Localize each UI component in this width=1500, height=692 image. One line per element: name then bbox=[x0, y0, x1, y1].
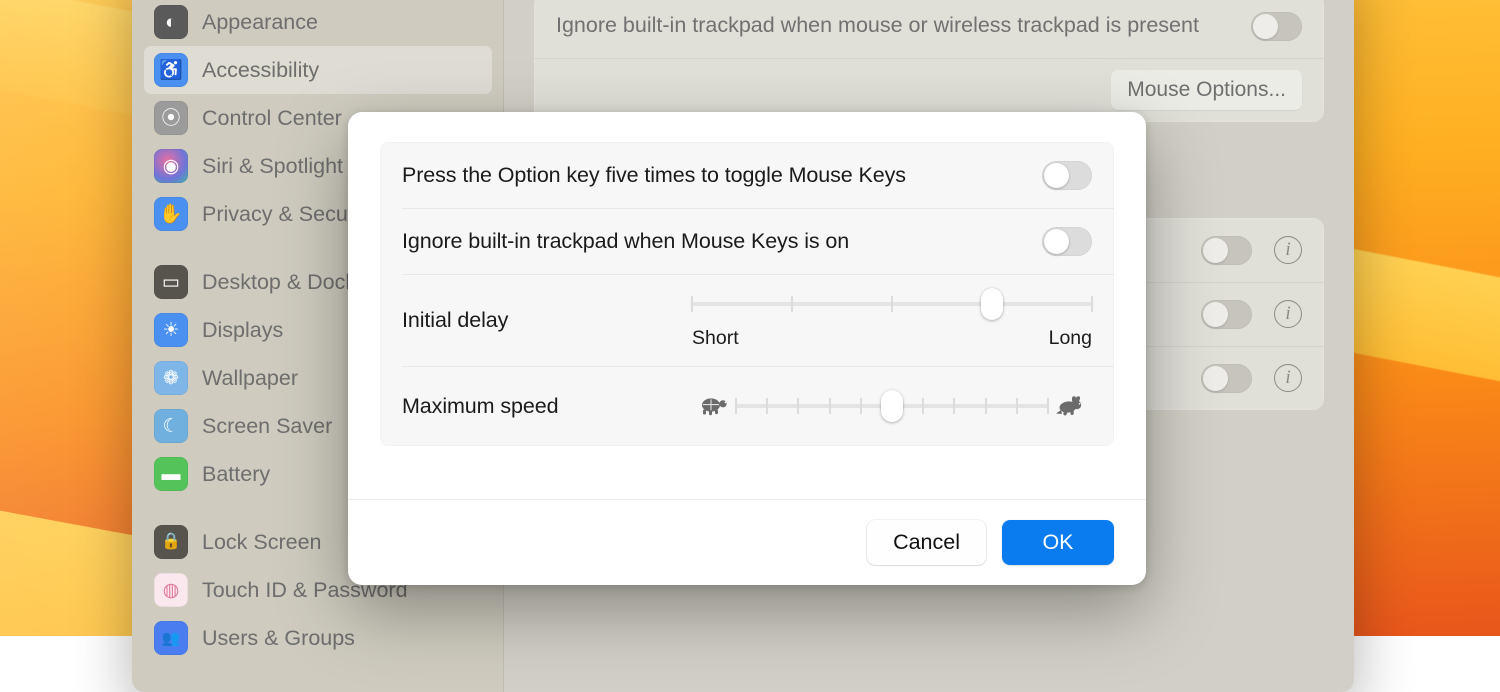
maximum-speed-track-wrap[interactable] bbox=[736, 393, 1048, 419]
mouse-settings-panel: Ignore built-in trackpad when mouse or w… bbox=[534, 0, 1324, 122]
slider-tick bbox=[985, 398, 987, 414]
sidebar-item-label: Users & Groups bbox=[202, 626, 355, 651]
slider-tick bbox=[922, 398, 924, 414]
row-option-key-toggle[interactable]: Press the Option key five times to toggl… bbox=[380, 142, 1114, 208]
sidebar-item-users-groups[interactable]: 👥 Users & Groups bbox=[144, 614, 492, 662]
dialog-body: Press the Option key five times to toggl… bbox=[348, 112, 1146, 446]
accessibility-icon: ♿ bbox=[154, 53, 188, 87]
sidebar-item-accessibility[interactable]: ♿ Accessibility bbox=[144, 46, 492, 94]
sidebar-item-label: Screen Saver bbox=[202, 414, 332, 439]
desktop-dock-icon: ▭ bbox=[154, 265, 188, 299]
row-ignore-trackpad-mousekeys[interactable]: Ignore built-in trackpad when Mouse Keys… bbox=[380, 208, 1114, 274]
sidebar-item-label: Control Center bbox=[202, 106, 342, 131]
touch-id-icon: ◍ bbox=[154, 573, 188, 607]
mouse-keys-options-dialog: Press the Option key five times to toggl… bbox=[348, 112, 1146, 585]
info-icon[interactable]: i bbox=[1274, 364, 1302, 392]
slider-tick bbox=[791, 296, 793, 312]
screen-saver-icon: ☾ bbox=[154, 409, 188, 443]
ok-button[interactable]: OK bbox=[1002, 520, 1114, 565]
slider-tick bbox=[735, 398, 737, 414]
slider-tick bbox=[1016, 398, 1018, 414]
slider-tick bbox=[1047, 398, 1049, 414]
initial-delay-track-wrap[interactable] bbox=[692, 291, 1092, 317]
feature-toggle[interactable] bbox=[1201, 364, 1252, 393]
wallpaper-icon: ❁ bbox=[154, 361, 188, 395]
maximum-speed-slider[interactable] bbox=[692, 393, 1092, 419]
row-ignore-trackpad[interactable]: Ignore built-in trackpad when mouse or w… bbox=[534, 0, 1324, 58]
ignore-trackpad-toggle[interactable] bbox=[1251, 12, 1302, 41]
initial-delay-slider[interactable]: Short Long bbox=[692, 291, 1092, 350]
ignore-trackpad-mousekeys-toggle[interactable] bbox=[1042, 227, 1092, 256]
maximum-speed-label: Maximum speed bbox=[402, 394, 558, 419]
row-label: Press the Option key five times to toggl… bbox=[402, 163, 906, 188]
maximum-speed-knob[interactable] bbox=[881, 390, 903, 422]
sidebar-item-label: Displays bbox=[202, 318, 283, 343]
row-label: Ignore built-in trackpad when mouse or w… bbox=[556, 12, 1237, 40]
sidebar-item-label: Appearance bbox=[202, 10, 318, 35]
initial-delay-label: Initial delay bbox=[402, 308, 508, 333]
feature-toggle[interactable] bbox=[1201, 236, 1252, 265]
option-key-toggle[interactable] bbox=[1042, 161, 1092, 190]
sidebar-item-label: Siri & Spotlight bbox=[202, 154, 343, 179]
sidebar-item-label: Battery bbox=[202, 462, 270, 487]
siri-icon: ◉ bbox=[154, 149, 188, 183]
info-icon[interactable]: i bbox=[1274, 236, 1302, 264]
mouse-options-button[interactable]: Mouse Options... bbox=[1111, 70, 1302, 110]
options-card: Press the Option key five times to toggl… bbox=[380, 142, 1114, 446]
slider-max-label: Long bbox=[1049, 327, 1092, 350]
slider-tick bbox=[891, 296, 893, 312]
cancel-button[interactable]: Cancel bbox=[867, 520, 986, 565]
slider-tick bbox=[953, 398, 955, 414]
dialog-footer: Cancel OK bbox=[348, 499, 1146, 585]
lock-screen-icon: 🔒 bbox=[154, 525, 188, 559]
privacy-icon: ✋ bbox=[154, 197, 188, 231]
battery-icon: ▬ bbox=[154, 457, 188, 491]
initial-delay-range-labels: Short Long bbox=[692, 327, 1092, 350]
users-groups-icon: 👥 bbox=[154, 621, 188, 655]
sidebar-item-label: Accessibility bbox=[202, 58, 319, 83]
slider-tick bbox=[829, 398, 831, 414]
slider-tick bbox=[691, 296, 693, 312]
sidebar-item-label: Desktop & Dock bbox=[202, 270, 356, 295]
displays-icon: ☀ bbox=[154, 313, 188, 347]
initial-delay-knob[interactable] bbox=[981, 288, 1003, 320]
sidebar-item-label: Wallpaper bbox=[202, 366, 298, 391]
appearance-icon: ◐ bbox=[154, 5, 188, 39]
row-initial-delay[interactable]: Initial delay Short Long bbox=[380, 274, 1114, 366]
sidebar-item-label: Lock Screen bbox=[202, 530, 322, 555]
rabbit-icon bbox=[1048, 394, 1092, 418]
row-maximum-speed[interactable]: Maximum speed bbox=[380, 366, 1114, 446]
feature-toggle[interactable] bbox=[1201, 300, 1252, 329]
info-icon[interactable]: i bbox=[1274, 300, 1302, 328]
slider-tick bbox=[797, 398, 799, 414]
slider-min-label: Short bbox=[692, 327, 739, 350]
sidebar-item-appearance[interactable]: ◐ Appearance bbox=[144, 0, 492, 46]
slider-tick bbox=[1091, 296, 1093, 312]
slider-tick bbox=[766, 398, 768, 414]
row-label: Ignore built-in trackpad when Mouse Keys… bbox=[402, 229, 849, 254]
control-center-icon: ⦿ bbox=[154, 101, 188, 135]
turtle-icon bbox=[692, 395, 736, 417]
slider-tick bbox=[860, 398, 862, 414]
